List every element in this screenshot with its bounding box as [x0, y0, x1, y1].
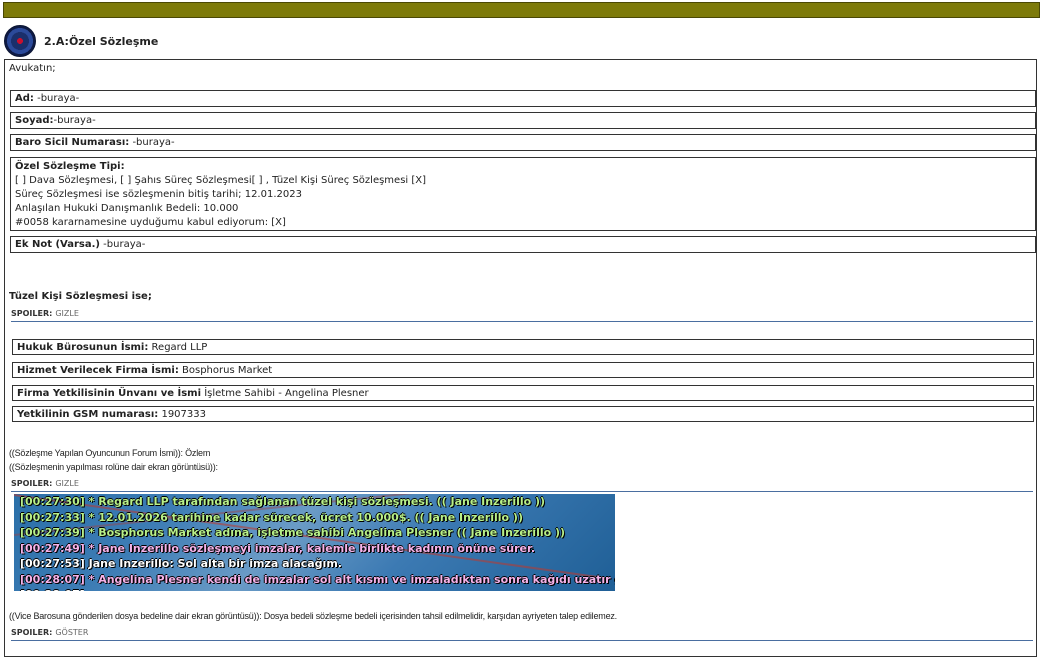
- baro-value: -buraya-: [129, 137, 175, 148]
- chat-text: * Jane Inzerillo sözleşmeyi imzalar, kal…: [84, 541, 536, 555]
- chat-text: * Angelina Plesner kendi de imzalar sol …: [84, 572, 615, 586]
- gsm-value: 1907333: [158, 409, 206, 420]
- firma-label: Hizmet Verilecek Firma İsmi:: [17, 365, 179, 376]
- chat-timestamp: [00:27:33]: [20, 510, 85, 524]
- tip-line-1: [ ] Dava Sözleşmesi, [ ] Şahıs Süreç Söz…: [15, 175, 427, 186]
- intro-text: Avukatın;: [9, 63, 56, 74]
- ek-label: Ek Not (Varsa.): [15, 239, 100, 250]
- chat-log-screenshot: [00:27:30] * Regard LLP tarafından sağla…: [14, 494, 615, 591]
- vice-bar-seal-logo: [4, 25, 36, 57]
- spoiler-1-divider: [11, 321, 1033, 322]
- tip-line-3: Anlaşılan Hukuki Danışmanlık Bedeli: 10.…: [15, 203, 239, 214]
- page-title: 2.A:Özel Sözleşme: [44, 34, 159, 48]
- tip-line-4: #0058 kararnamesine uyduğumu kabul ediyo…: [15, 217, 286, 228]
- baro-label: Baro Sicil Numarası:: [15, 137, 130, 148]
- spoiler-3[interactable]: SPOILER: GÖSTER: [11, 628, 88, 637]
- tuzel-heading: Tüzel Kişi Sözleşmesi ise;: [9, 291, 152, 302]
- chat-line: [00:27:30] * Regard LLP tarafından sağla…: [20, 495, 545, 508]
- field-firma: Hizmet Verilecek Firma İsmi: Bosphorus M…: [12, 362, 1034, 378]
- spoiler-3-label: SPOILER:: [11, 628, 53, 637]
- screenshot-line: ((Sözleşmenin yapılması rolüne dair ekra…: [9, 462, 218, 472]
- tip-line-2: Süreç Sözleşmesi ise sözleşmenin bitiş t…: [15, 189, 302, 200]
- chat-timestamp: [00:28:07]: [20, 588, 85, 591]
- chat-line: [00:27:49] * Jane Inzerillo sözleşmeyi i…: [20, 542, 535, 555]
- firma-value: Bosphorus Market: [178, 365, 273, 376]
- chat-text: * Regard LLP tarafından sağlanan tüzel k…: [84, 495, 546, 508]
- chat-timestamp: [00:27:49]: [20, 541, 85, 555]
- spoiler-1-label: SPOILER:: [11, 309, 53, 318]
- spoiler-3-toggle[interactable]: GÖSTER: [55, 628, 88, 637]
- yetkili-label: Firma Yetkilisinin Ünvanı ve İsmi: [17, 388, 202, 399]
- spoiler-2-label: SPOILER:: [11, 479, 53, 488]
- field-gsm: Yetkilinin GSM numarası: 1907333: [12, 406, 1034, 422]
- chat-line: [00:27:53] Jane Inzerillo: Sol alta bir …: [20, 557, 342, 570]
- field-yetkili: Firma Yetkilisinin Ünvanı ve İsmi İşletm…: [12, 385, 1034, 401]
- forum-name-line: ((Sözleşme Yapılan Oyuncunun Forum İsmi)…: [9, 448, 211, 458]
- field-ek-not: Ek Not (Varsa.) -buraya-: [10, 236, 1036, 253]
- ad-label: Ad:: [15, 93, 34, 104]
- chat-line: [00:27:33] * 12.01.2026 tarihine kadar s…: [20, 511, 523, 524]
- field-soyad: Soyad:-buraya-: [10, 112, 1036, 129]
- chat-line: [00:27:39] * Bosphorus Market adına, işl…: [20, 526, 565, 539]
- spoiler-1-toggle[interactable]: GIZLE: [55, 309, 79, 318]
- vice-fee-line: ((Vice Barosuna gönderilen dosya bedelin…: [9, 611, 617, 621]
- chat-text: Jane Inzerillo: Sol alta bir imza alacağ…: [84, 557, 342, 570]
- gsm-label: Yetkilinin GSM numarası:: [17, 409, 159, 420]
- tip-label: Özel Sözleşme Tipi:: [15, 161, 125, 172]
- buro-value: Regard LLP: [148, 342, 208, 353]
- spoiler-2-toggle[interactable]: GIZLE: [55, 479, 79, 488]
- ad-value: -buraya-: [33, 93, 80, 104]
- spoiler-1[interactable]: SPOILER: GIZLE: [11, 309, 79, 318]
- spoiler-2-divider: [11, 491, 1033, 492]
- chat-timestamp: [00:28:07]: [20, 572, 85, 586]
- chat-timestamp: [00:27:53]: [20, 557, 85, 570]
- soyad-value: -buraya-: [53, 115, 96, 126]
- ek-value: -buraya-: [99, 239, 146, 250]
- top-bar: [3, 2, 1040, 18]
- post-header: 2.A:Özel Sözleşme: [4, 25, 158, 57]
- field-sozlesme-tipi: Özel Sözleşme Tipi: [ ] Dava Sözleşmesi,…: [10, 157, 1036, 231]
- chat-text: * Bosphorus Market adına, işletme sahibi…: [84, 526, 566, 539]
- spoiler-2[interactable]: SPOILER: GIZLE: [11, 479, 79, 488]
- spoiler-3-divider: [11, 640, 1033, 641]
- buro-label: Hukuk Bürosunun İsmi:: [17, 342, 149, 353]
- field-buro: Hukuk Bürosunun İsmi: Regard LLP: [12, 339, 1034, 355]
- soyad-label: Soyad:: [15, 115, 54, 126]
- chat-text: * 12.01.2026 tarihine kadar sürecek, ücr…: [84, 510, 523, 524]
- chat-timestamp: [00:27:39]: [20, 526, 85, 539]
- yetkili-value: İşletme Sahibi - Angelina Plesner: [201, 388, 369, 399]
- field-ad: Ad: -buraya-: [10, 90, 1036, 107]
- chat-timestamp: [00:27:30]: [20, 495, 85, 508]
- field-baro-sicil: Baro Sicil Numarası: -buraya-: [10, 134, 1036, 151]
- chat-line: [00:28:07]: [20, 588, 85, 591]
- chat-line: [00:28:07] * Angelina Plesner kendi de i…: [20, 573, 615, 586]
